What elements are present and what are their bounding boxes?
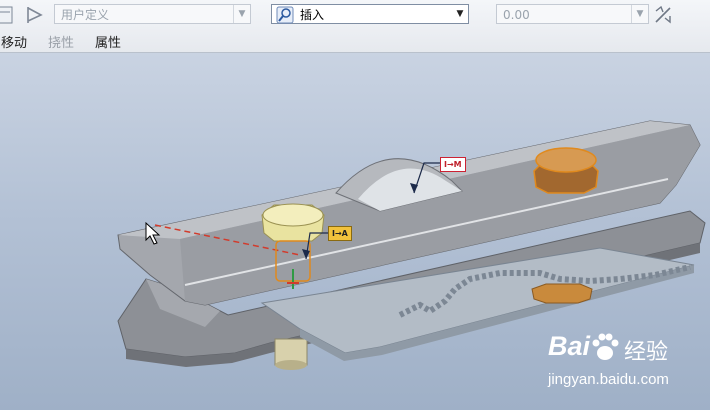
menu-properties[interactable]: 属性 [95, 32, 121, 51]
constraint-type-select[interactable]: 插入 ▼ [271, 4, 469, 24]
chevron-down-icon[interactable]: ▼ [233, 5, 250, 23]
offset-value: 0.00 [503, 8, 530, 22]
constraint-tag-center[interactable]: I→M [440, 157, 466, 172]
lower-pin-part[interactable] [274, 338, 308, 370]
constraint-type-value: 插入 [300, 8, 325, 22]
view-type-value: 用户定义 [61, 8, 110, 22]
constraint-tag-left[interactable]: I→A [328, 226, 352, 241]
selected-nut-part[interactable] [533, 147, 599, 194]
dashboard-toolbar: 用户定义 ▼ 插入 ▼ 0.00 ▼ 移动 挠性 属性 [0, 0, 710, 53]
window-icon[interactable] [0, 4, 14, 26]
chevron-down-icon[interactable]: ▼ [631, 5, 648, 23]
flag-icon[interactable] [24, 4, 46, 26]
constraint-insert-icon [276, 6, 294, 24]
view-type-select[interactable]: 用户定义 ▼ [54, 4, 251, 24]
swap-direction-icon[interactable] [652, 4, 674, 26]
watermark: Bai 经验 jingyan.baidu.com [548, 331, 708, 401]
watermark-brand-left: Bai [548, 331, 591, 361]
offset-value-combo[interactable]: 0.00 ▼ [496, 4, 649, 24]
model-viewport[interactable]: I→M I→A Bai 经验 jingyan.baidu.com [0, 53, 710, 410]
lower-nut-part[interactable] [531, 283, 593, 304]
menu-flex[interactable]: 挠性 [48, 32, 74, 51]
menu-move[interactable]: 移动 [1, 32, 27, 51]
watermark-url: jingyan.baidu.com [548, 371, 669, 388]
watermark-brand-right: 经验 [624, 339, 669, 364]
chevron-down-icon[interactable]: ▼ [452, 5, 468, 23]
